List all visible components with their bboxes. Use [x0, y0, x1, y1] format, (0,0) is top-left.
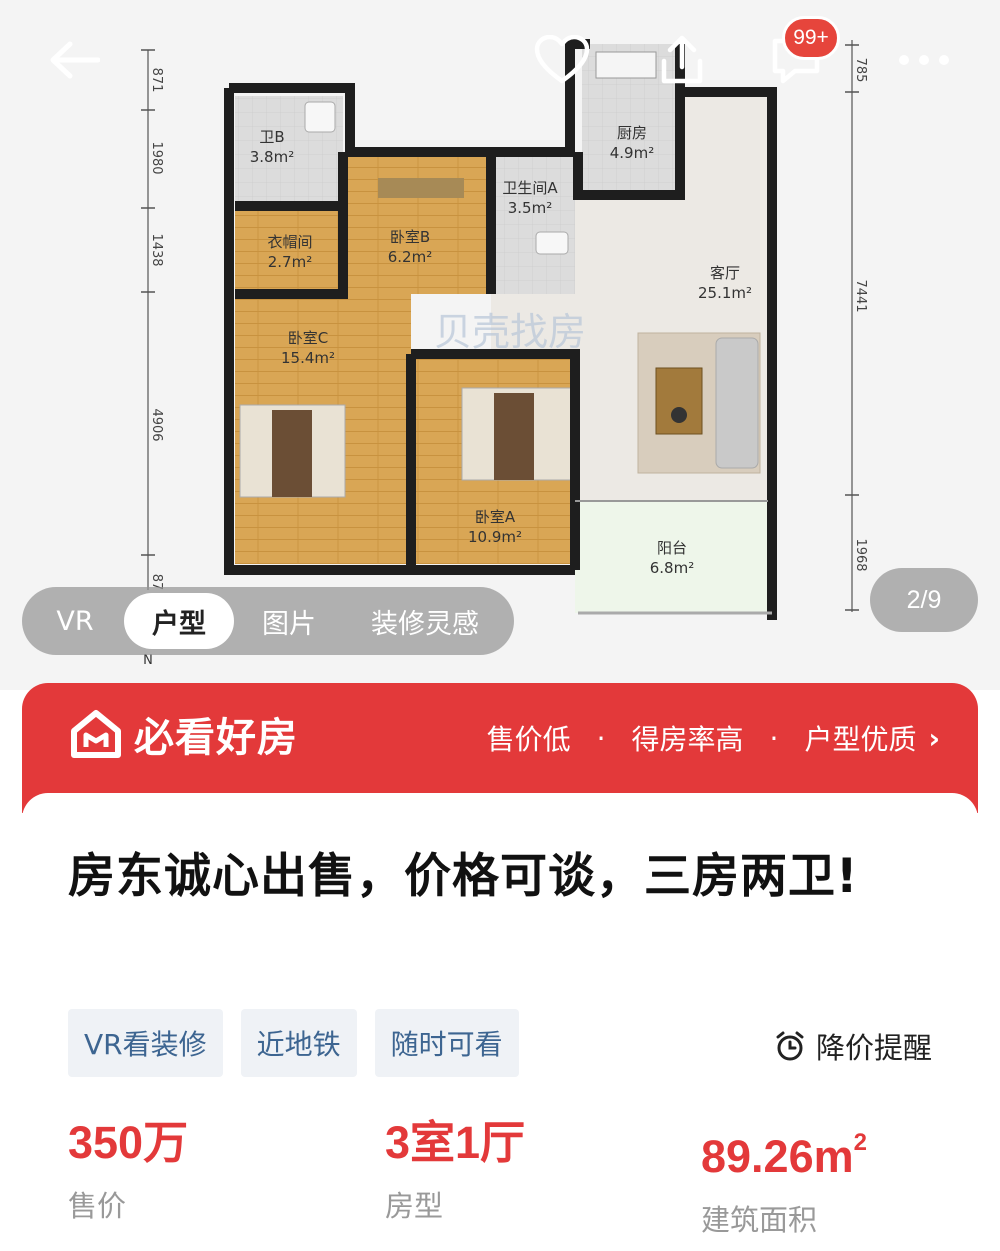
stat-area: 89.26m2 建筑面积: [701, 1115, 867, 1239]
room-area: 25.1m²: [698, 284, 752, 302]
area-value: 89.26m: [701, 1131, 854, 1182]
area-unit-exponent: 2: [853, 1129, 867, 1156]
room-name: 卧室C: [288, 329, 328, 347]
share-icon: [661, 35, 703, 84]
tab-photos[interactable]: 图片: [234, 593, 344, 649]
dim-right-2: 1968: [853, 538, 868, 571]
house-logo-icon: [71, 710, 121, 758]
area-value-wrap: 89.26m2: [701, 1115, 867, 1185]
share-button[interactable]: [644, 22, 720, 98]
right-dimension-line: [845, 40, 859, 612]
price-value: 350万: [68, 1117, 189, 1168]
room-name: 卧室B: [390, 228, 430, 246]
room-area: 3.8m²: [250, 148, 294, 166]
room-area: 15.4m²: [281, 349, 335, 367]
watermark: 贝壳找房: [434, 310, 586, 354]
room-area: 4.9m²: [610, 144, 654, 162]
feature-chip[interactable]: VR看装修: [68, 1009, 223, 1077]
message-count-badge: 99+: [782, 16, 840, 60]
dim-left-3: 4906: [149, 408, 164, 441]
room-area: 6.8m²: [650, 559, 694, 577]
brand-title: 必看好房: [134, 715, 298, 761]
separator: ·: [769, 721, 779, 755]
listing-card: 房东诚心出售，价格可谈，三房两卫! VR看装修 近地铁 随时可看 降价提醒 35…: [22, 793, 978, 1251]
feature-chip[interactable]: 近地铁: [240, 1009, 357, 1077]
tab-vr[interactable]: VR: [26, 593, 124, 649]
compass-n-label: N: [143, 653, 153, 668]
price-drop-alert-button[interactable]: 降价提醒: [774, 1025, 932, 1067]
chevron-right-icon: ›: [928, 721, 940, 755]
favorite-button[interactable]: [524, 22, 600, 98]
feature-chip[interactable]: 随时可看: [374, 1009, 519, 1077]
arrow-left-icon: [50, 41, 100, 79]
room-area: 10.9m²: [468, 528, 522, 546]
tab-decoration-ideas[interactable]: 装修灵感: [344, 593, 506, 649]
room-area: 3.5m²: [508, 199, 552, 217]
brand: 必看好房: [68, 705, 298, 763]
banner-tag: 得房率高: [631, 723, 744, 756]
more-dots-icon: [899, 55, 949, 65]
image-page-counter: 2/9: [870, 568, 978, 632]
dim-right-1: 7441: [853, 279, 868, 312]
price-label: 售价: [68, 1189, 127, 1223]
banner-tag: 售价低: [486, 723, 571, 756]
price-alert-label: 降价提醒: [815, 1031, 932, 1065]
stat-price: 350万 售价: [68, 1115, 188, 1225]
room-name: 卫B: [259, 128, 284, 146]
listing-title: 房东诚心出售，价格可谈，三房两卫!: [68, 849, 859, 904]
room-name: 阳台: [657, 539, 687, 557]
banner-tag: 户型优质: [804, 723, 917, 756]
media-mode-tabs: VR 户型 图片 装修灵感: [22, 587, 514, 655]
listing-screen: 871 1980 1438 4906 87 785 7441 1968 贝壳找房…: [0, 0, 1000, 1251]
dim-left-0: 871: [149, 68, 164, 93]
room-name: 客厅: [710, 264, 740, 282]
tab-floorplan[interactable]: 户型: [124, 593, 234, 649]
room-name: 厨房: [617, 124, 647, 142]
room-name: 卫生间A: [502, 179, 558, 197]
feature-chips: VR看装修 近地铁 随时可看: [68, 1009, 537, 1077]
banner-tags[interactable]: 售价低 · 得房率高 · 户型优质 ›: [487, 718, 940, 758]
alarm-clock-icon: [776, 1031, 804, 1061]
dim-right-0: 785: [853, 58, 868, 83]
room-area: 6.2m²: [388, 248, 432, 266]
room-area: 2.7m²: [268, 253, 312, 271]
layout-label: 房型: [385, 1189, 444, 1223]
left-dimension-line: [141, 49, 155, 590]
room-name: 卧室A: [475, 508, 516, 526]
stat-layout: 3室1厅 房型: [385, 1115, 525, 1225]
more-button[interactable]: [886, 22, 962, 98]
heart-icon: [534, 35, 590, 84]
floorplan-gallery[interactable]: 871 1980 1438 4906 87 785 7441 1968 贝壳找房…: [0, 0, 1000, 690]
dim-left-2: 1438: [149, 233, 164, 266]
room-name: 衣帽间: [267, 233, 312, 251]
dim-left-1: 1980: [149, 141, 164, 174]
layout-value: 3室1厅: [385, 1117, 526, 1168]
area-label: 建筑面积: [701, 1203, 818, 1237]
back-button[interactable]: [36, 22, 112, 98]
separator: ·: [596, 721, 606, 755]
